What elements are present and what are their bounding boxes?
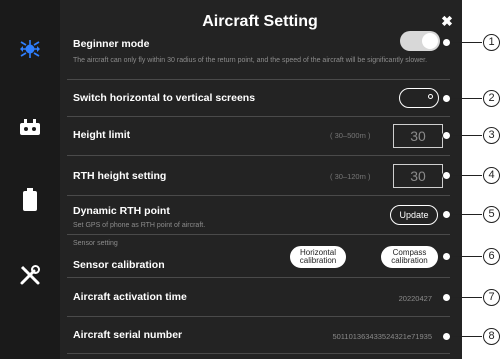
divider	[67, 316, 450, 317]
divider	[67, 155, 450, 156]
settings-panel: Aircraft Setting ✖ Beginner mode The air…	[0, 0, 462, 359]
horizontal-calibration-button[interactable]: Horizontal calibration	[290, 246, 346, 268]
battery-icon	[23, 188, 37, 211]
divider	[67, 234, 450, 235]
divider	[67, 277, 450, 278]
page-title: Aircraft Setting	[202, 13, 318, 30]
robot-icon	[20, 119, 40, 135]
height-limit-input[interactable]: 30	[393, 124, 443, 148]
sidebar-item-battery[interactable]	[0, 188, 60, 212]
rth-height-input[interactable]: 30	[393, 164, 443, 188]
sidebar-item-tools[interactable]	[0, 264, 60, 286]
height-limit-range: ( 30–500m )	[330, 131, 371, 140]
activation-time-value: 20220427	[398, 294, 432, 303]
toggle-knob	[422, 33, 438, 49]
sidebar	[0, 0, 60, 359]
rth-height-range: ( 30–120m )	[330, 172, 371, 181]
drone-icon	[20, 40, 40, 58]
rth-height-label: RTH height setting	[73, 170, 167, 182]
dynamic-rth-description: Set GPS of phone as RTH point of aircraf…	[73, 222, 206, 229]
activation-time-label: Aircraft activation time	[73, 291, 187, 303]
beginner-mode-description: The aircraft can only fly within 30 radi…	[73, 57, 428, 64]
switch-screens-label: Switch horizontal to vertical screens	[73, 92, 256, 104]
dynamic-rth-label: Dynamic RTH point	[73, 205, 170, 217]
divider	[67, 79, 450, 80]
height-limit-label: Height limit	[73, 129, 131, 141]
sidebar-item-aircraft[interactable]	[0, 36, 60, 62]
compass-calibration-button[interactable]: Compass calibration	[381, 246, 438, 268]
close-icon[interactable]: ✖	[440, 14, 454, 28]
beginner-mode-toggle[interactable]	[400, 31, 440, 51]
sensor-calibration-label: Sensor calibration	[73, 259, 165, 271]
tools-icon	[20, 265, 40, 285]
beginner-mode-label: Beginner mode	[73, 38, 150, 50]
divider	[67, 353, 450, 354]
serial-number-label: Aircraft serial number	[73, 329, 183, 341]
divider	[67, 116, 450, 117]
update-button[interactable]: Update	[390, 205, 438, 225]
switch-screens-toggle[interactable]	[399, 88, 439, 108]
serial-number-value: 501101363433524321e71935	[332, 332, 432, 341]
sidebar-item-remote[interactable]	[0, 116, 60, 136]
toggle-knob	[428, 94, 433, 99]
divider	[67, 195, 450, 196]
sensor-setting-section: Sensor setting	[73, 240, 118, 247]
